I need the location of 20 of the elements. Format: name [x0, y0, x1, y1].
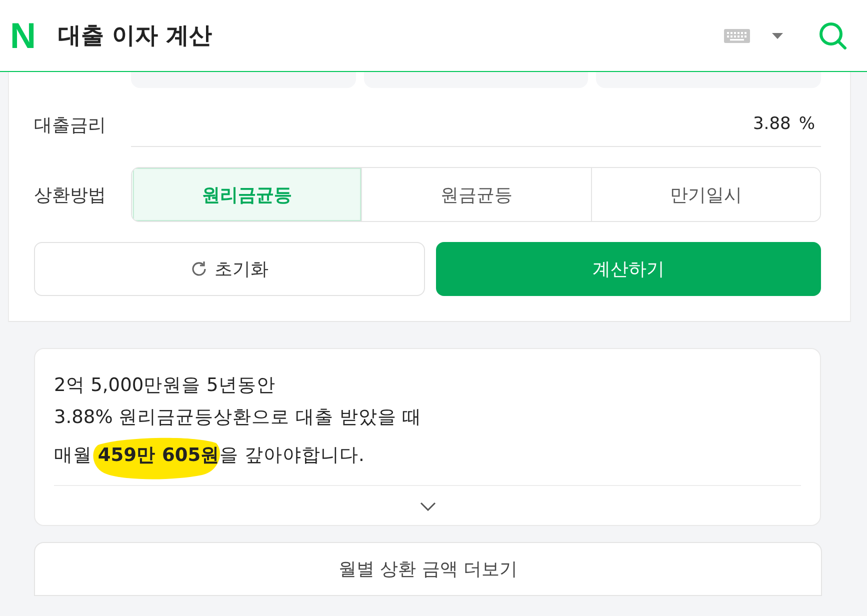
term-chip[interactable] — [131, 71, 356, 88]
field-label: 상환방법 — [34, 184, 107, 206]
result-text: 매월 459만 605원을 갚아야합니다. — [54, 445, 364, 466]
caret-icon[interactable] — [772, 32, 783, 38]
rate-field[interactable]: 3.88 % — [131, 102, 821, 147]
reset-button[interactable]: 초기화 — [34, 242, 425, 296]
search-icon[interactable] — [819, 22, 847, 50]
result-text: 2억 5,000만원을 5년동안 — [54, 375, 276, 396]
refresh-icon — [190, 260, 208, 278]
result-text: 3.88% 원리금균등상환으로 대출 받았을 때 — [54, 407, 422, 428]
chevron-down-icon[interactable] — [420, 502, 436, 511]
more-button[interactable]: 월별 상환 금액 더보기 — [34, 542, 822, 596]
term-chip[interactable] — [596, 71, 822, 88]
term-chip[interactable] — [364, 71, 588, 88]
keyboard-icon[interactable] — [724, 28, 750, 42]
page-title: 대출 이자 계산 — [58, 22, 214, 51]
rate-input[interactable]: 3.88 — [131, 114, 799, 134]
repayment-option[interactable]: 만기일시 — [590, 168, 820, 221]
field-label: 대출금리 — [34, 114, 107, 136]
unit-label: % — [798, 114, 815, 134]
